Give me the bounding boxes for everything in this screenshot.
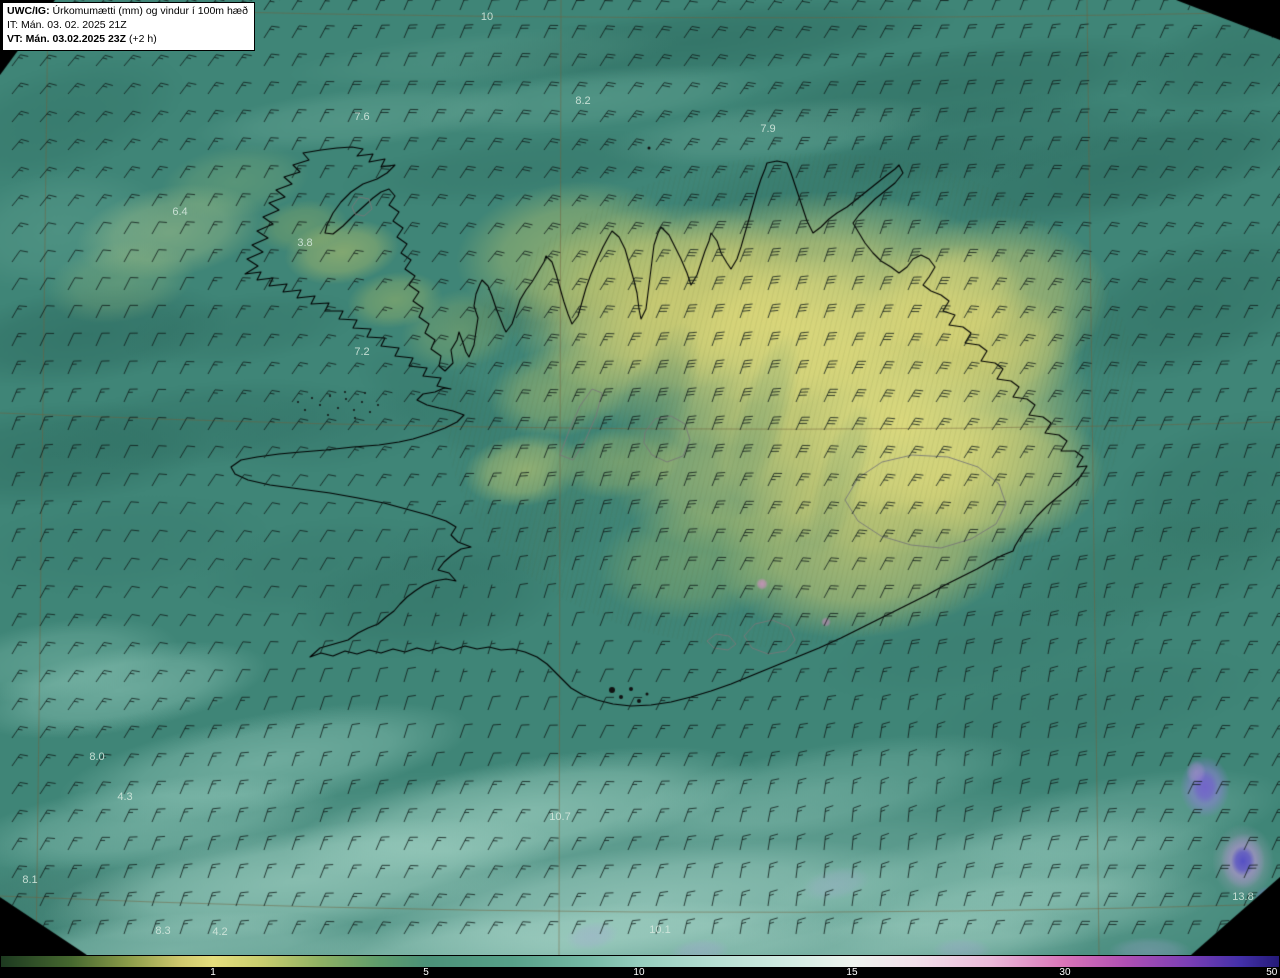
colorbar-tick-label: 10 <box>633 967 645 978</box>
colorbar-labels: 1 5 10 15 30 50 <box>0 955 1280 978</box>
weather-map-canvas <box>0 0 1280 955</box>
colorbar-tick-label: 15 <box>846 967 858 978</box>
map-title: Úrkomumætti (mm) og vindur í 100m hæð <box>49 5 248 17</box>
model-id: UWC/IG: <box>7 5 50 17</box>
product-title-line: UWC/IG: Úrkomumætti (mm) og vindur í 100… <box>7 5 248 19</box>
colorbar-tick-label: 50 <box>1266 967 1278 978</box>
valid-time-line: VT: Mán. 03.02.2025 23Z (+2 h) <box>7 33 248 47</box>
valid-offset: (+2 h) <box>126 32 157 45</box>
colorbar-tick-label: 5 <box>423 967 429 978</box>
valid-time: VT: Mán. 03.02.2025 23Z <box>7 32 127 45</box>
colorbar-tick-label: 30 <box>1059 967 1071 978</box>
colorbar: 1 5 10 15 30 50 <box>0 955 1280 978</box>
map-title-box: UWC/IG: Úrkomumætti (mm) og vindur í 100… <box>2 2 255 51</box>
colorbar-tick-label: 1 <box>210 967 216 978</box>
init-time-line: IT: Mán. 03. 02. 2025 21Z <box>7 18 127 31</box>
